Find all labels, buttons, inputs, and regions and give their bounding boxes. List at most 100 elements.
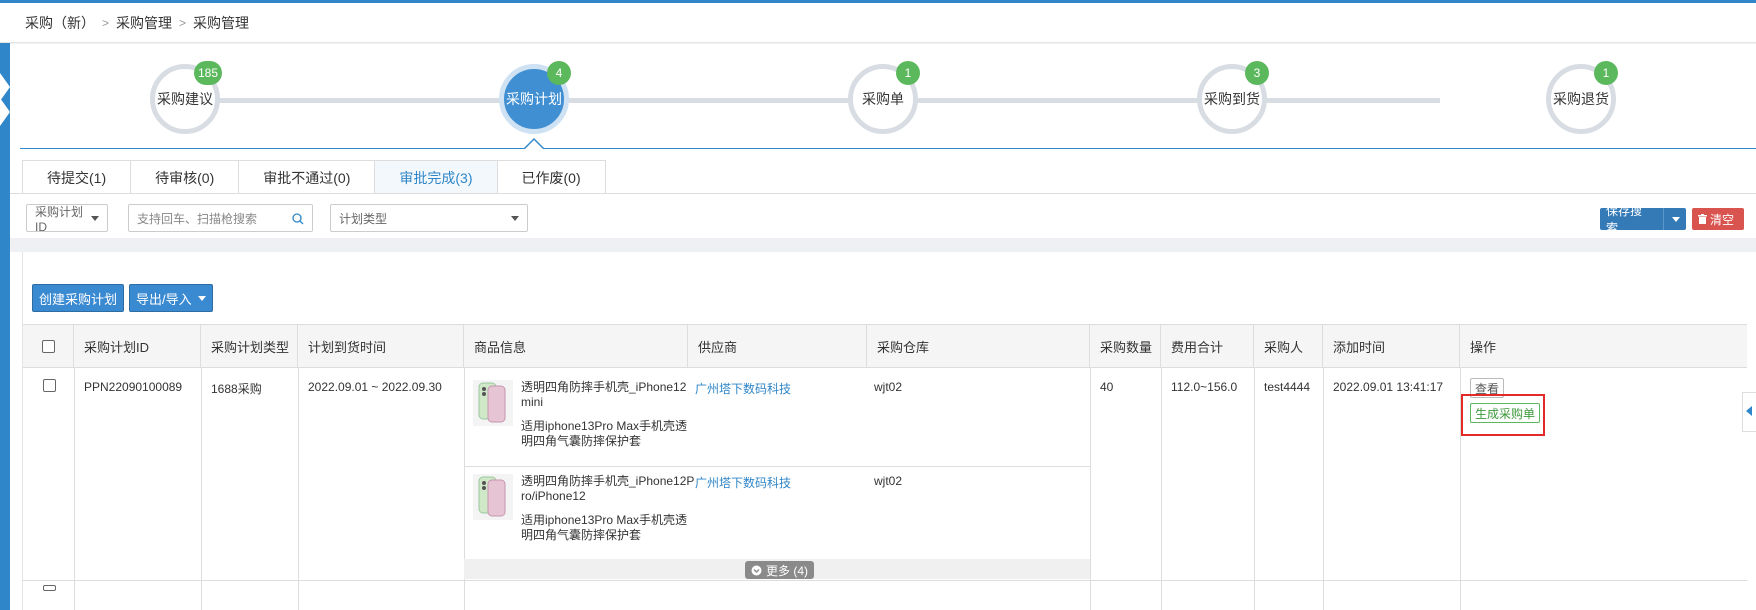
- plan-type-select-value: 计划类型: [339, 211, 388, 226]
- col-warehouse: 采购仓库: [867, 325, 1090, 368]
- row-checkbox[interactable]: [43, 379, 56, 392]
- status-tabs: 待提交(1) 待审核(0) 审批不通过(0) 审批完成(3) 已作废(0): [22, 160, 606, 195]
- phone-case-image: [478, 476, 506, 517]
- col-plan-type[interactable]: 采购计划类型: [201, 325, 298, 368]
- col-added-time[interactable]: 添加时间: [1323, 325, 1460, 368]
- added-time: 2022.09.01 13:41:17: [1333, 380, 1444, 394]
- product-desc-line: 明四角气囊防摔保护套: [521, 528, 642, 542]
- row-divider: [74, 368, 75, 610]
- col-arrival-time[interactable]: 计划到货时间: [298, 325, 464, 368]
- tab-voided[interactable]: 已作废(0): [496, 160, 606, 195]
- breadcrumb-separator: >: [179, 15, 187, 30]
- side-panel-toggle[interactable]: [1742, 392, 1756, 432]
- row-divider: [1323, 368, 1324, 610]
- step-count-badge: 3: [1245, 61, 1269, 85]
- breadcrumb-item-purchase-management[interactable]: 采购管理: [116, 13, 172, 33]
- chevron-down-circle-icon: [751, 565, 762, 575]
- active-step-pointer: [524, 138, 544, 149]
- product-thumbnail[interactable]: [473, 474, 513, 520]
- tab-pending-review[interactable]: 待审核(0): [130, 160, 239, 195]
- step-count-badge: 185: [193, 61, 222, 85]
- product-title: 透明四角防摔手机壳_iPhone12P ro/iPhone12: [521, 474, 694, 504]
- tab-pending-submit[interactable]: 待提交(1): [22, 160, 131, 195]
- col-quantity: 采购数量: [1090, 325, 1161, 368]
- product-thumbnail[interactable]: [473, 380, 513, 426]
- search-input[interactable]: 支持回车、扫描枪搜索: [128, 204, 313, 232]
- table-header: 采购计划ID 采购计划类型 计划到货时间 商品信息 供应商 采购仓库 采购数量 …: [23, 324, 1747, 368]
- step-purchase-suggestion[interactable]: 采购建议 185: [150, 61, 222, 134]
- tab-approved[interactable]: 审批完成(3): [374, 160, 497, 195]
- product-desc-line: 明四角气囊防摔保护套: [521, 434, 642, 448]
- col-buyer: 采购人: [1254, 325, 1323, 368]
- supplier-link[interactable]: 广州塔下数码科技: [695, 380, 791, 397]
- step-label: 采购退货: [1553, 91, 1609, 107]
- create-plan-button[interactable]: 创建采购计划: [32, 284, 125, 312]
- product-desc: 适用iphone13Pro Max手机壳透 明四角气囊防摔保护套: [521, 513, 687, 543]
- plan-type: 1688采购: [211, 382, 262, 396]
- step-purchase-return[interactable]: 采购退货 1: [1546, 61, 1618, 134]
- breadcrumb-item-current: 采购管理: [193, 14, 250, 31]
- more-products-button[interactable]: 更多 (4): [745, 561, 815, 579]
- sidebar-collapse-edge[interactable]: [0, 43, 10, 610]
- header-select-all-cell: [23, 325, 74, 368]
- product-desc-line: 适用iphone13Pro Max手机壳透: [521, 419, 688, 433]
- chevron-down-icon: [91, 215, 99, 221]
- step-label: 采购建议: [157, 91, 213, 107]
- product-title-line: 透明四角防摔手机壳_iPhone12: [521, 380, 687, 394]
- plan-id: PPN22090100089: [84, 380, 183, 394]
- more-products-label: 更多 (4): [766, 563, 809, 578]
- warehouse: wjt02: [874, 380, 903, 394]
- next-row-checkbox[interactable]: [43, 585, 56, 591]
- row-divider: [1254, 368, 1255, 610]
- chevron-down-icon: [511, 215, 519, 221]
- save-search-button[interactable]: 保存搜索: [1600, 204, 1686, 235]
- breadcrumb-item-purchase-new[interactable]: 采购（新）: [25, 13, 95, 33]
- step-label: 采购到货: [1204, 91, 1260, 107]
- export-import-button[interactable]: 导出/导入: [129, 284, 213, 312]
- filter-bar: 采购计划ID 支持回车、扫描枪搜索 计划类型 保存搜索 清空: [10, 194, 1756, 238]
- save-search-label: 保存搜索: [1606, 204, 1643, 235]
- product-title-line: ro/iPhone12: [521, 489, 586, 503]
- col-plan-id[interactable]: 采购计划ID: [74, 325, 201, 368]
- workflow-steps: 采购建议 185 采购计划 4 采购单 1 采购到货 3 采购退货 1: [10, 44, 1756, 149]
- phone-case-image: [478, 382, 506, 423]
- step-label: 采购计划: [506, 91, 562, 107]
- step-purchase-order[interactable]: 采购单 1: [848, 61, 920, 134]
- col-actions: 操作: [1470, 340, 1497, 355]
- tab-rejected[interactable]: 审批不通过(0): [238, 160, 375, 195]
- step-purchase-arrival[interactable]: 采购到货 3: [1197, 61, 1269, 134]
- export-import-label: 导出/导入: [136, 291, 192, 307]
- product-title: 透明四角防摔手机壳_iPhone12 mini: [521, 380, 686, 410]
- product-title-line: mini: [521, 395, 544, 409]
- clear-button[interactable]: 清空: [1692, 208, 1744, 230]
- step-count-badge: 1: [1594, 61, 1618, 85]
- section-gap: [10, 238, 1756, 252]
- select-all-checkbox[interactable]: [41, 340, 55, 353]
- step-purchase-plan[interactable]: 采购计划 4: [499, 61, 571, 134]
- search-icon[interactable]: [292, 213, 304, 225]
- chevron-down-icon[interactable]: [1672, 216, 1680, 222]
- collapse-arrow-icon[interactable]: [0, 98, 10, 126]
- quantity: 40: [1100, 380, 1114, 394]
- plan-type-select[interactable]: 计划类型: [330, 204, 528, 232]
- trash-icon: [1698, 214, 1707, 224]
- row-divider: [298, 368, 299, 610]
- product-desc-line: 适用iphone13Pro Max手机壳透: [521, 513, 688, 527]
- collapse-arrow-icon[interactable]: [0, 73, 10, 101]
- col-supplier: 供应商: [688, 325, 867, 368]
- row-bottom-divider: [23, 580, 1747, 581]
- buyer: test4444: [1264, 380, 1311, 394]
- search-placeholder: 支持回车、扫描枪搜索: [137, 211, 258, 226]
- main-content: 采购建议 185 采购计划 4 采购单 1 采购到货 3 采购退货 1 待提交(…: [10, 44, 1756, 610]
- chevron-down-icon: [197, 295, 206, 301]
- arrival-range: 2022.09.01 ~ 2022.09.30: [308, 380, 442, 394]
- plan-list-panel: 创建采购计划 导出/导入 采购计划ID 采购计划类型 计划到货时间 商品信息 供…: [22, 252, 1747, 610]
- highlight-box: [1461, 394, 1545, 436]
- supplier-link[interactable]: 广州塔下数码科技: [695, 474, 791, 491]
- clear-label: 清空: [1710, 212, 1735, 227]
- plan-id-select[interactable]: 采购计划ID: [26, 204, 108, 234]
- step-count-badge: 1: [896, 61, 920, 85]
- product-title-line: 透明四角防摔手机壳_iPhone12P: [521, 474, 695, 488]
- col-product-info: 商品信息: [464, 325, 688, 368]
- row-divider: [201, 368, 202, 610]
